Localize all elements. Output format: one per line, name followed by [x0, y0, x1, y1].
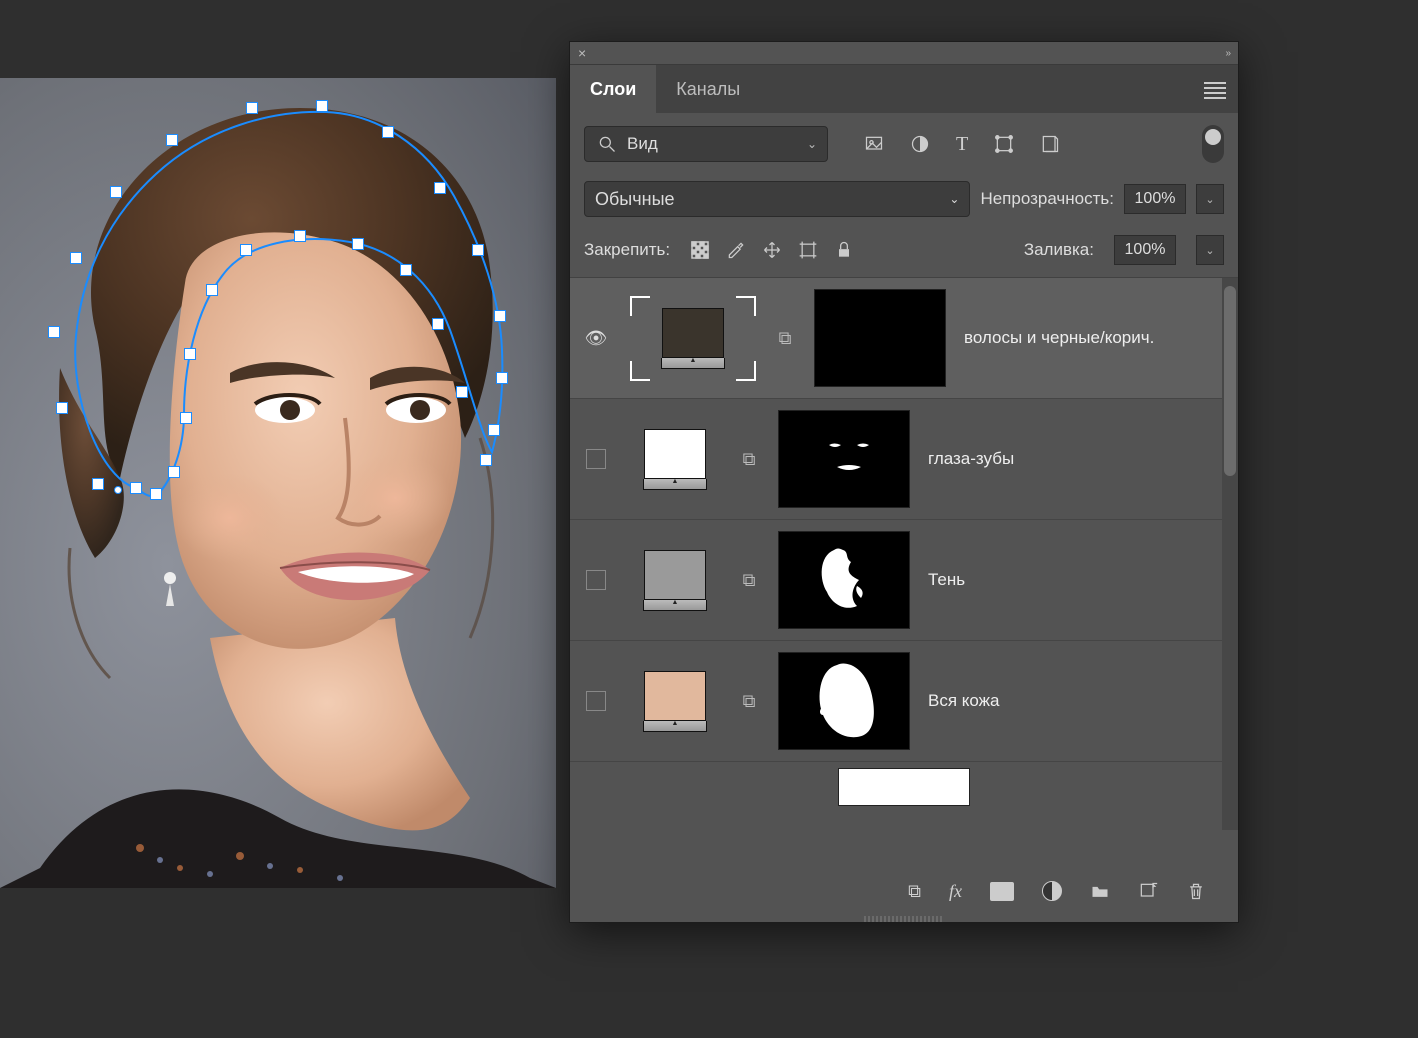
lock-position-icon[interactable]: [762, 240, 782, 260]
chevron-down-icon: ⌄: [807, 137, 817, 151]
add-mask-icon[interactable]: [990, 882, 1014, 901]
app-stage: × » Слои Каналы Вид ⌄ T: [0, 0, 1418, 1038]
panel-resize-grip[interactable]: [864, 916, 944, 922]
photo-illustration: [0, 78, 556, 888]
link-layers-icon[interactable]: ⧉: [908, 881, 921, 902]
layer-name-label[interactable]: Тень: [928, 570, 1218, 590]
mask-link-icon[interactable]: ⧉: [738, 570, 760, 591]
mask-link-icon[interactable]: ⧉: [738, 449, 760, 470]
layer-row[interactable]: ⧉ глаза-зубы: [570, 399, 1238, 520]
lock-label: Закрепить:: [584, 240, 670, 260]
search-icon: [597, 134, 617, 154]
layer-mask-thumbnail[interactable]: [814, 289, 946, 387]
blend-mode-value: Обычные: [595, 189, 675, 210]
tab-channels[interactable]: Каналы: [656, 65, 760, 113]
opacity-scrubber[interactable]: ⌄: [1196, 184, 1224, 214]
layer-thumbnail[interactable]: [630, 429, 720, 490]
opacity-input[interactable]: 100%: [1124, 184, 1186, 214]
opacity-label: Непрозрачность:: [980, 189, 1114, 209]
layers-list: 👁 ⧉ волосы и черные/корич.: [570, 278, 1238, 830]
layers-panel: × » Слои Каналы Вид ⌄ T: [570, 42, 1238, 922]
delete-layer-icon[interactable]: [1186, 881, 1206, 901]
layer-mask-thumbnail[interactable]: [778, 410, 910, 508]
layer-row[interactable]: ⧉ Тень: [570, 520, 1238, 641]
layer-mask-thumbnail[interactable]: [778, 652, 910, 750]
filter-toggle[interactable]: [1202, 125, 1224, 163]
visibility-toggle[interactable]: [586, 691, 606, 711]
visibility-toggle[interactable]: [586, 449, 606, 469]
layer-thumbnail[interactable]: [630, 550, 720, 611]
fill-label: Заливка:: [1024, 240, 1094, 260]
scrollbar-thumb[interactable]: [1224, 286, 1236, 476]
new-group-icon[interactable]: [1090, 881, 1110, 901]
layers-panel-footer: ⧉ fx: [570, 866, 1238, 916]
layer-filter-select[interactable]: Вид ⌄: [584, 126, 828, 162]
panel-tabs: Слои Каналы: [570, 65, 1238, 113]
visibility-eye-icon[interactable]: 👁: [585, 328, 608, 349]
lock-paint-icon[interactable]: [726, 240, 746, 260]
close-icon[interactable]: ×: [578, 45, 586, 61]
lock-all-icon[interactable]: [834, 240, 854, 260]
layer-mask-thumbnail[interactable]: [778, 531, 910, 629]
document-canvas[interactable]: [0, 78, 556, 888]
filter-adjustment-icon[interactable]: [910, 134, 930, 154]
fx-icon[interactable]: fx: [949, 881, 962, 902]
mask-link-icon[interactable]: ⧉: [738, 691, 760, 712]
filter-image-icon[interactable]: [864, 134, 884, 154]
fill-scrubber[interactable]: ⌄: [1196, 235, 1224, 265]
layer-filter-label: Вид: [627, 134, 658, 154]
panel-topbar: × »: [570, 42, 1238, 65]
new-layer-icon[interactable]: [1138, 881, 1158, 901]
filter-shape-icon[interactable]: [994, 134, 1014, 154]
lock-artboard-icon[interactable]: [798, 240, 818, 260]
layer-thumbnail[interactable]: [630, 671, 720, 732]
layer-mask-thumbnail[interactable]: [838, 768, 970, 806]
collapse-icon[interactable]: »: [1225, 48, 1230, 59]
layers-scrollbar[interactable]: [1222, 278, 1238, 830]
layer-thumbnail[interactable]: [648, 308, 738, 369]
filter-type-icons: T: [864, 133, 1060, 156]
new-adjustment-icon[interactable]: [1042, 881, 1062, 901]
layer-row[interactable]: ⧉ Вся кожа: [570, 641, 1238, 762]
layer-name-label[interactable]: волосы и черные/корич.: [964, 328, 1218, 348]
visibility-toggle[interactable]: [586, 570, 606, 590]
filter-text-icon[interactable]: T: [956, 133, 968, 156]
layer-name-label[interactable]: глаза-зубы: [928, 449, 1218, 469]
blend-mode-select[interactable]: Обычные ⌄: [584, 181, 970, 217]
layer-name-label[interactable]: Вся кожа: [928, 691, 1218, 711]
filter-smartobj-icon[interactable]: [1040, 134, 1060, 154]
layer-filter-row: Вид ⌄ T: [570, 113, 1238, 175]
blend-opacity-row: Обычные ⌄ Непрозрачность: 100% ⌄: [570, 175, 1238, 229]
lock-transparency-icon[interactable]: [690, 240, 710, 260]
mask-link-icon[interactable]: ⧉: [774, 328, 796, 349]
fill-input[interactable]: 100%: [1114, 235, 1176, 265]
chevron-down-icon: ⌄: [949, 192, 959, 206]
tab-layers[interactable]: Слои: [570, 65, 656, 113]
layer-row-partial[interactable]: [570, 762, 1238, 806]
layer-row[interactable]: 👁 ⧉ волосы и черные/корич.: [570, 278, 1238, 399]
lock-row: Закрепить: Заливка: 100% ⌄: [570, 229, 1238, 278]
panel-menu-icon[interactable]: [1204, 79, 1226, 102]
layer-thumb-selected-frame: [630, 296, 756, 381]
